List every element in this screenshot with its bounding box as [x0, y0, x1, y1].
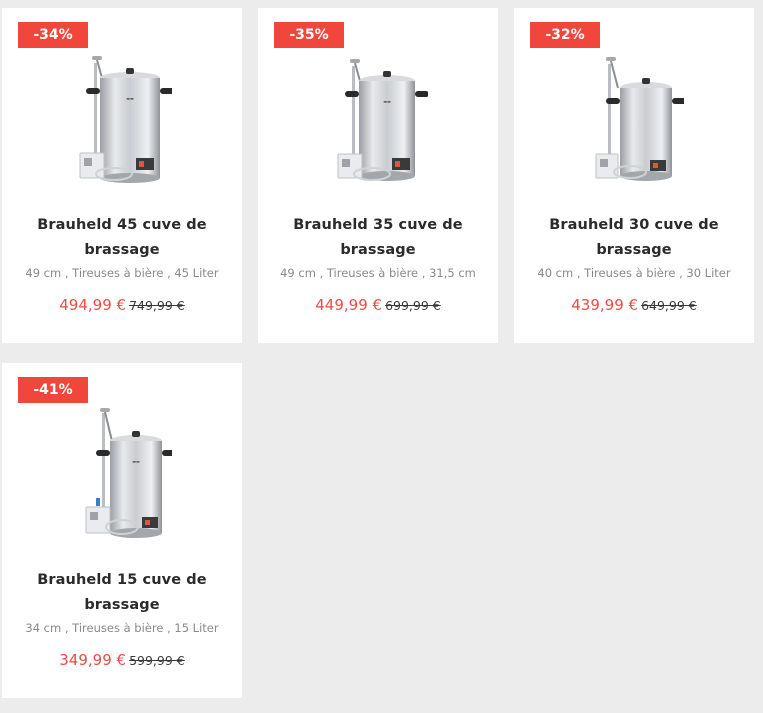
- discount-badge: -35%: [274, 22, 344, 48]
- svg-text:▬▬: ▬▬: [126, 96, 134, 101]
- svg-text:▬▬: ▬▬: [383, 99, 391, 104]
- sale-price: 439,99 €: [571, 296, 639, 314]
- brewing-kettle-icon: ▬▬: [337, 59, 428, 181]
- product-title[interactable]: Brauheld 15 cuve de brassage: [22, 568, 222, 618]
- price-row: 494,99 €749,99 €: [2, 295, 242, 314]
- old-price: 599,99 €: [129, 653, 185, 668]
- discount-badge: -34%: [18, 22, 88, 48]
- product-title[interactable]: Brauheld 30 cuve de brassage: [534, 213, 734, 263]
- price-row: 349,99 €599,99 €: [2, 650, 242, 669]
- product-attributes: 34 cm , Tireuses à bière , 15 Liter: [25, 621, 219, 635]
- sale-price: 494,99 €: [59, 296, 127, 314]
- discount-badge: -32%: [530, 22, 600, 48]
- old-price: 699,99 €: [385, 298, 441, 313]
- discount-badge: -41%: [18, 377, 88, 403]
- product-title[interactable]: Brauheld 45 cuve de brassage: [22, 213, 222, 263]
- brewing-kettle-icon: [595, 57, 684, 181]
- product-image[interactable]: ▬▬: [328, 48, 428, 198]
- product-attributes: 49 cm , Tireuses à bière , 45 Liter: [25, 266, 219, 280]
- product-image[interactable]: ▬▬: [72, 48, 172, 198]
- old-price: 749,99 €: [129, 298, 185, 313]
- price-row: 449,99 €699,99 €: [258, 295, 498, 314]
- product-image[interactable]: ▬▬: [72, 403, 172, 553]
- product-title[interactable]: Brauheld 35 cuve de brassage: [278, 213, 478, 263]
- product-attributes: 49 cm , Tireuses à bière , 31,5 cm: [280, 266, 476, 280]
- product-card[interactable]: -41% ▬▬ Brauheld 15 cuve de brassage 34 …: [2, 363, 242, 698]
- brewing-kettle-icon: ▬▬: [79, 56, 172, 183]
- product-card[interactable]: -34% ▬▬ Brauheld 45 cuve de brassage 49 …: [2, 8, 242, 343]
- price-row: 439,99 €649,99 €: [514, 295, 754, 314]
- svg-text:▬▬: ▬▬: [132, 459, 140, 464]
- sale-price: 349,99 €: [59, 651, 127, 669]
- brewing-kettle-icon: ▬▬: [85, 408, 172, 538]
- product-attributes: 40 cm , Tireuses à bière , 30 Liter: [537, 266, 731, 280]
- old-price: 649,99 €: [641, 298, 697, 313]
- product-image[interactable]: [584, 48, 684, 198]
- sale-price: 449,99 €: [315, 296, 383, 314]
- product-card[interactable]: -32% Brauheld 30 cuve de brassage 40 cm …: [514, 8, 754, 343]
- product-card[interactable]: -35% ▬▬ Brauheld 35 cuve de brassage 49 …: [258, 8, 498, 343]
